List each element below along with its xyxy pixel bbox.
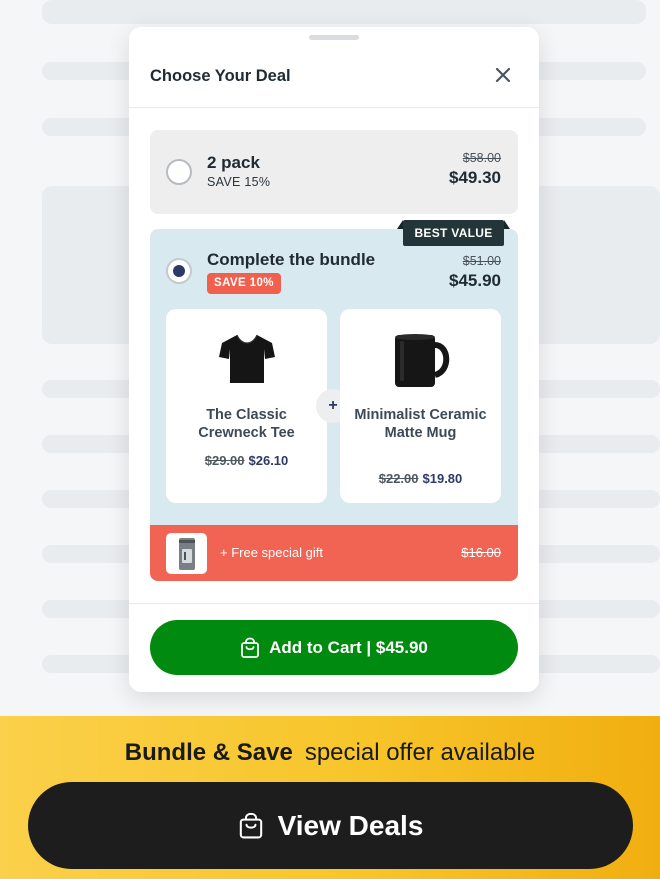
close-icon xyxy=(495,67,511,83)
product-old-price: $22.00 xyxy=(378,471,419,486)
product-price: $29.00 $26.10 xyxy=(166,453,327,468)
shopping-bag-icon xyxy=(241,637,260,658)
option-title: Complete the bundle xyxy=(207,250,376,269)
product-name: Minimalist Ceramic Matte Mug xyxy=(354,407,487,441)
product-new-price: $19.80 xyxy=(422,471,463,486)
modal-title: Choose Your Deal xyxy=(150,67,291,85)
tshirt-icon xyxy=(218,334,275,383)
option-title: 2 pack xyxy=(207,153,260,172)
close-button[interactable] xyxy=(491,63,515,87)
modal-header: Choose Your Deal xyxy=(129,27,539,108)
gift-old-price: $16.00 xyxy=(461,545,501,560)
view-deals-label: View Deals xyxy=(277,809,424,841)
shopping-bag-icon xyxy=(239,812,262,838)
gift-can-icon xyxy=(178,537,195,570)
option-new-price: $49.30 xyxy=(449,168,501,187)
add-to-cart-button[interactable]: Add to Cart | $45.90 xyxy=(150,620,518,675)
banner-subtext: special offer available xyxy=(304,739,536,766)
save-badge: SAVE 10% xyxy=(207,273,281,294)
option-old-price: $51.00 xyxy=(462,254,501,268)
two-pack-radio[interactable] xyxy=(166,159,192,185)
option-bundle[interactable]: BEST VALUE Complete the bundle SAVE 10% … xyxy=(150,220,518,581)
option-subtitle: SAVE 15% xyxy=(207,175,271,189)
product-card-tee[interactable]: The Classic Crewneck Tee $29.00 $26.10 xyxy=(166,309,327,503)
option-new-price: $45.90 xyxy=(449,271,501,290)
product-new-price: $26.10 xyxy=(248,453,289,468)
product-old-price: $29.00 xyxy=(204,453,245,468)
radio-dot xyxy=(173,265,185,277)
option-two-pack[interactable]: 2 pack SAVE 15% $58.00 $49.30 xyxy=(150,130,518,214)
product-card-mug[interactable]: Minimalist Ceramic Matte Mug $22.00 $19.8… xyxy=(340,309,501,503)
add-to-cart-label: Add to Cart | $45.90 xyxy=(269,637,428,657)
view-deals-button[interactable]: View Deals xyxy=(28,782,633,869)
deal-modal: Choose Your Deal 2 pack SAVE 15% $58.00 … xyxy=(129,27,539,692)
free-gift-bar: + Free special gift $16.00 xyxy=(150,525,518,581)
gift-text: + Free special gift xyxy=(220,545,323,560)
banner-bold-text: Bundle & Save xyxy=(124,739,293,766)
bundle-banner: Bundle & Save special offer available Vie… xyxy=(0,716,660,879)
banner-text: Bundle & Save special offer available xyxy=(0,739,660,767)
product-name: The Classic Crewneck Tee xyxy=(198,407,295,441)
gift-thumbnail xyxy=(166,533,207,574)
bundle-radio[interactable] xyxy=(166,258,192,284)
mug-icon xyxy=(394,334,449,387)
product-price: $22.00 $19.80 xyxy=(340,471,501,486)
best-value-ribbon: BEST VALUE xyxy=(397,220,510,246)
footer-divider xyxy=(129,603,539,604)
skeleton-block xyxy=(42,0,646,24)
option-old-price: $58.00 xyxy=(462,151,501,165)
